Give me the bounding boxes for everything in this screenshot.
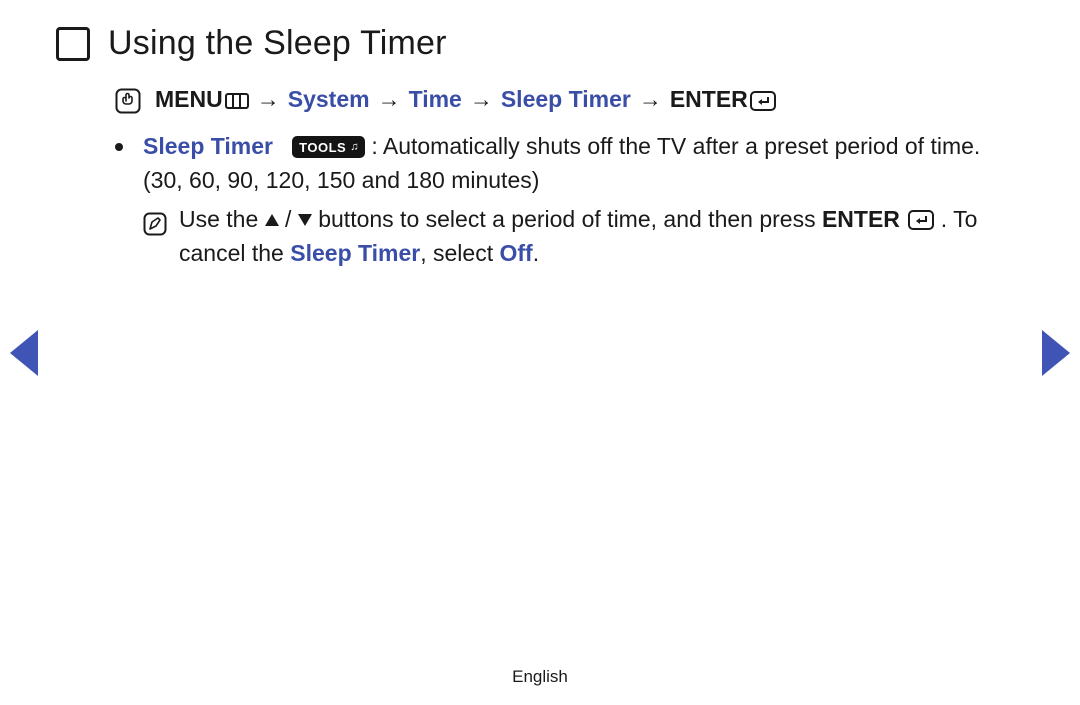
breadcrumb-enter: ENTER [670, 82, 748, 117]
note-content: Use the / buttons to select a period of … [179, 202, 1020, 271]
title-row: Using the Sleep Timer [56, 24, 1040, 63]
note-pencil-icon [143, 206, 167, 241]
footer-language: English [0, 667, 1080, 687]
manual-page: Using the Sleep Timer MENU → System → [0, 0, 1080, 705]
menu-grid-icon [225, 82, 249, 117]
enter-return-icon [750, 82, 776, 117]
note-row: Use the / buttons to select a period of … [143, 202, 1020, 271]
bullet-line-1: Sleep Timer TOOLS ♫ : Automatically shut… [143, 129, 1020, 198]
tools-badge-icon: ♫ [350, 142, 359, 153]
bullet-item: Sleep Timer TOOLS ♫ : Automatically shut… [115, 129, 1020, 271]
arrow-icon: → [378, 82, 401, 117]
body-content: MENU → System → Time → Sleep Timer → ENT… [115, 82, 1020, 271]
arrow-icon: → [257, 82, 280, 117]
breadcrumb-sleep-timer: Sleep Timer [501, 82, 631, 117]
down-triangle-icon [291, 206, 318, 232]
bullet-content: Sleep Timer TOOLS ♫ : Automatically shut… [143, 129, 1020, 271]
breadcrumb-time: Time [409, 82, 462, 117]
note-part4: , select [420, 240, 499, 266]
breadcrumb-system: System [288, 82, 370, 117]
breadcrumb-menu: MENU [155, 82, 223, 117]
section-box-icon [56, 27, 90, 61]
sleep-timer-label: Sleep Timer [143, 133, 273, 159]
note-part1: Use the [179, 206, 265, 232]
page-title: Using the Sleep Timer [108, 24, 447, 63]
note-part5: . [533, 240, 539, 266]
tools-badge: TOOLS ♫ [292, 136, 365, 158]
arrow-icon: → [639, 82, 662, 117]
prev-page-button[interactable] [10, 330, 40, 376]
touch-hand-icon [115, 82, 141, 117]
arrow-icon: → [470, 82, 493, 117]
next-page-button[interactable] [1040, 330, 1070, 376]
note-off: Off [500, 240, 533, 266]
note-enter: ENTER [822, 206, 900, 232]
enter-return-icon [908, 206, 940, 232]
up-triangle-icon [265, 206, 285, 232]
bullet-dot-icon [115, 143, 123, 151]
note-part2: buttons to select a period of time, and … [318, 206, 822, 232]
tools-badge-text: TOOLS [299, 141, 346, 154]
breadcrumb: MENU → System → Time → Sleep Timer → ENT… [115, 82, 1020, 117]
note-sleep-timer: Sleep Timer [290, 240, 420, 266]
